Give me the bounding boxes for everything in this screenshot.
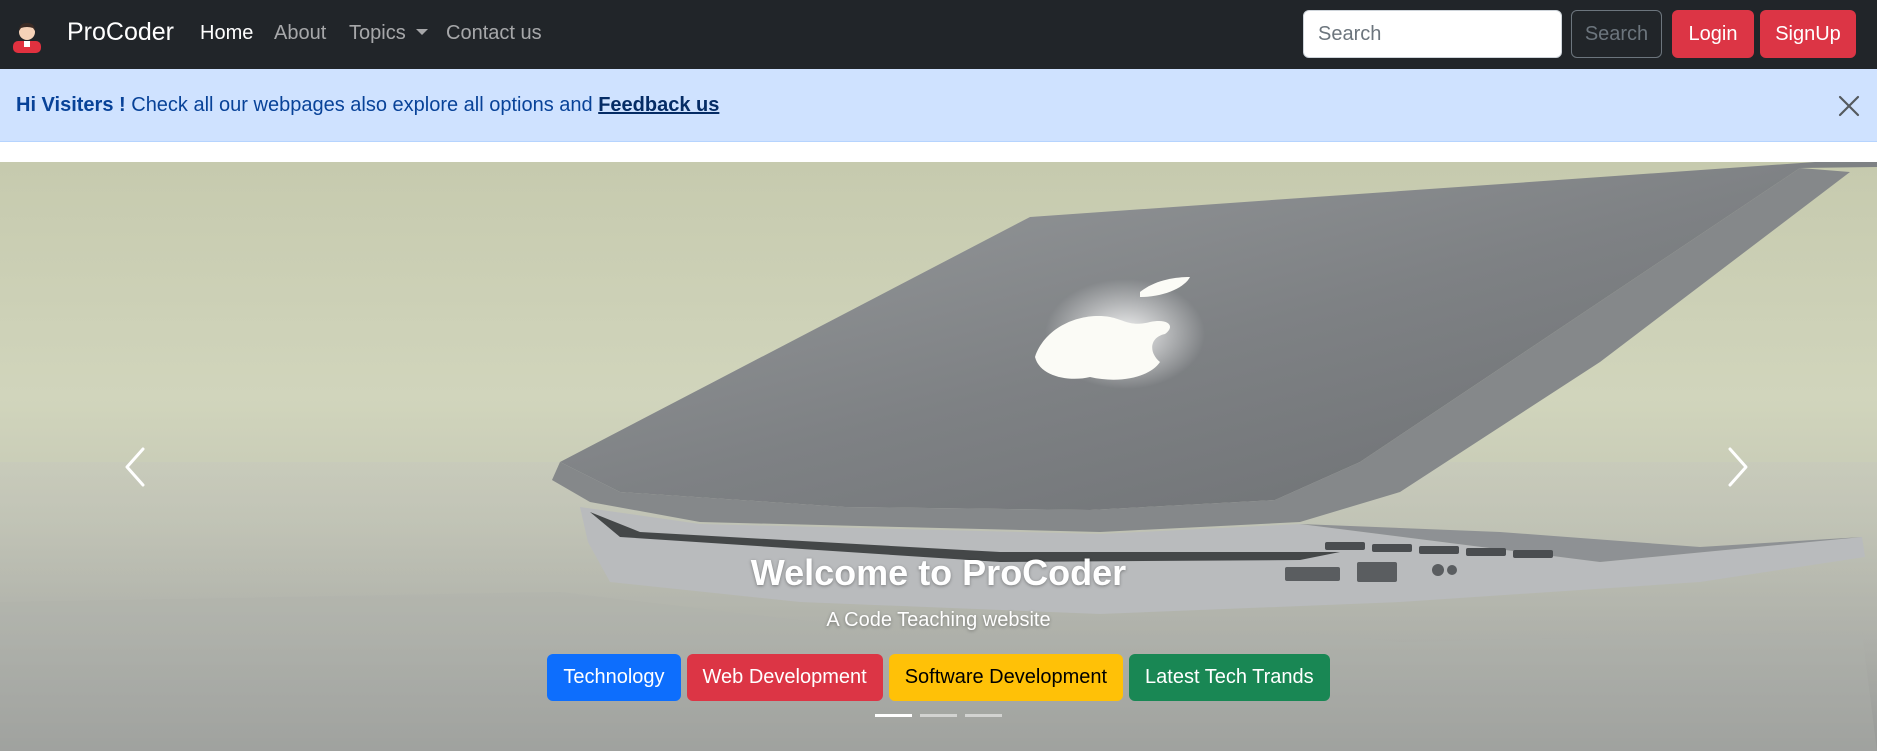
slide-indicator-2[interactable]: [920, 714, 957, 717]
tag-technology-button[interactable]: Technology: [547, 654, 681, 701]
user-avatar-icon[interactable]: [11, 19, 43, 53]
feedback-link[interactable]: Feedback us: [598, 94, 719, 116]
slide-indicator-3[interactable]: [965, 714, 1002, 717]
search-input[interactable]: [1303, 10, 1562, 58]
tag-software-development-button[interactable]: Software Development: [888, 654, 1124, 701]
nav-topics-label: Topics: [349, 22, 406, 44]
signup-button[interactable]: SignUp: [1760, 10, 1856, 58]
tag-latest-tech-trends-button[interactable]: Latest Tech Trands: [1129, 654, 1330, 701]
login-button[interactable]: Login: [1672, 10, 1754, 58]
nav-about[interactable]: About: [274, 22, 326, 45]
alert-message: Hi Visiters ! Check all our webpages als…: [16, 94, 719, 117]
info-alert: Hi Visiters ! Check all our webpages als…: [0, 69, 1877, 142]
alert-body: Check all our webpages also explore all …: [125, 94, 599, 116]
carousel-indicators: [0, 714, 1877, 717]
chevron-left-icon[interactable]: [115, 437, 155, 497]
alert-greeting: Hi Visiters !: [16, 94, 126, 116]
nav-contact[interactable]: Contact us: [446, 22, 542, 45]
chevron-right-icon[interactable]: [1718, 437, 1758, 497]
slide-indicator-1[interactable]: [875, 714, 912, 717]
search-button[interactable]: Search: [1571, 10, 1662, 58]
topic-buttons: Technology Web Development Software Deve…: [0, 654, 1877, 701]
nav-topics-dropdown[interactable]: Topics: [349, 22, 428, 45]
brand-name[interactable]: ProCoder: [67, 18, 174, 47]
hero-carousel: Welcome to ProCoder A Code Teaching webs…: [0, 162, 1877, 751]
nav-home[interactable]: Home: [200, 22, 253, 45]
caret-down-icon: [415, 29, 428, 35]
close-icon[interactable]: [1837, 94, 1861, 118]
top-navbar: ProCoder Home About Topics Contact us Se…: [0, 0, 1877, 69]
hero-subtitle: A Code Teaching website: [826, 609, 1051, 631]
tag-web-development-button[interactable]: Web Development: [686, 654, 883, 701]
hero-title: Welcome to ProCoder: [750, 552, 1127, 593]
